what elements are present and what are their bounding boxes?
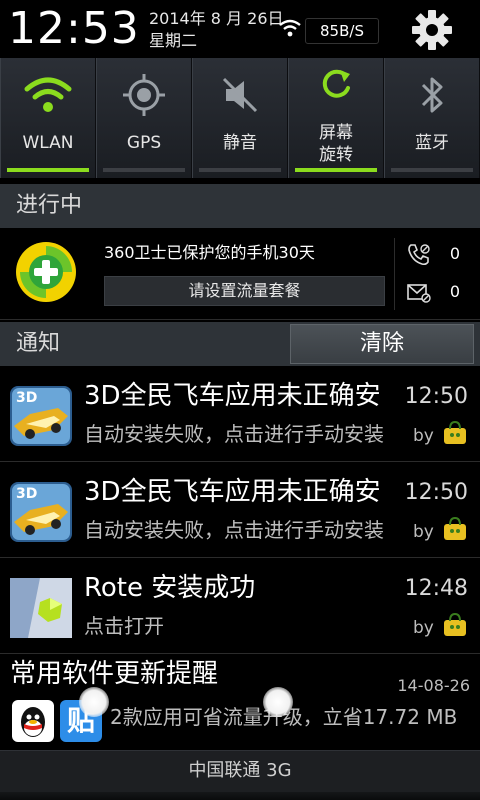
racing-game-icon: 3D — [10, 386, 72, 446]
360-status-text: 360卫士已保护您的手机30天 — [104, 243, 315, 262]
toggle-label-line2: 旋转 — [319, 145, 353, 165]
market-bag-icon — [444, 612, 466, 636]
blocked-calls-count: 0 — [449, 244, 460, 263]
wifi-icon — [24, 77, 72, 112]
list-item[interactable]: 3D 3D全民飞车应用未正确安 自动安装失败，点击进行手动安装 12:50 by — [0, 462, 480, 558]
carrier-label: 中国联通 3G — [188, 760, 292, 781]
ongoing-360-notification[interactable]: 360卫士已保护您的手机30天 请设置流量套餐 0 0 — [0, 228, 480, 320]
toggle-gps[interactable]: GPS — [96, 58, 192, 178]
sms-block-icon — [407, 284, 431, 303]
svg-text:3D: 3D — [16, 486, 37, 502]
clock: 12:53 — [8, 3, 140, 54]
notifications-header: 通知 清除 — [0, 322, 480, 366]
notification-title: 3D全民飞车应用未正确安 — [84, 477, 381, 507]
notification-subtitle: 自动安装失败，点击进行手动安装 — [84, 422, 384, 446]
toggle-indicator — [295, 168, 377, 172]
toggle-label: WLAN — [22, 133, 74, 153]
toggle-label: 蓝牙 — [415, 133, 449, 153]
bluetooth-icon — [421, 77, 443, 113]
ongoing-header: 进行中 — [0, 184, 480, 228]
market-bag-icon — [444, 420, 466, 444]
notification-title: Rote 安装成功 — [84, 573, 256, 603]
qq-icon — [12, 700, 54, 742]
weekday-text: 星期二 — [149, 31, 198, 50]
list-item[interactable]: 3D 3D全民飞车应用未正确安 自动安装失败，点击进行手动安装 12:50 by — [0, 366, 480, 462]
clear-all-button[interactable]: 清除 — [290, 324, 474, 364]
toggle-mute[interactable]: 静音 — [192, 58, 288, 178]
toggle-label: 静音 — [223, 133, 257, 153]
toggle-label: 屏幕 旋转 — [289, 122, 383, 166]
update-date: 14-08-26 — [397, 676, 470, 695]
notification-time: 12:48 — [404, 576, 468, 601]
toggle-indicator — [103, 168, 185, 172]
toggle-label: GPS — [126, 133, 162, 153]
toggle-wlan[interactable]: WLAN — [0, 58, 96, 178]
blocked-calls[interactable]: 0 — [404, 240, 474, 270]
blocked-sms[interactable]: 0 — [404, 278, 474, 308]
market-bag-icon — [444, 516, 466, 540]
toggle-indicator — [7, 168, 89, 172]
svg-text:3D: 3D — [16, 390, 37, 406]
divider — [394, 238, 395, 310]
toggle-label-line1: 屏幕 — [319, 123, 353, 143]
notifications-title: 通知 — [16, 331, 61, 356]
notification-by: by — [413, 618, 434, 638]
toggle-indicator — [199, 168, 281, 172]
notification-subtitle: 自动安装失败，点击进行手动安装 — [84, 518, 384, 542]
status-header: 12:53 2014年 8 月 26日 星期二 85B/S — [0, 0, 480, 58]
touch-indicator — [79, 687, 109, 717]
gear-icon — [412, 10, 452, 50]
drag-handle[interactable] — [0, 792, 480, 800]
notification-title: 3D全民飞车应用未正确安 — [84, 381, 381, 411]
settings-button[interactable] — [402, 4, 462, 56]
rote-app-icon — [10, 578, 72, 638]
notification-time: 12:50 — [404, 480, 468, 505]
rotate-icon — [322, 69, 350, 98]
touch-indicator — [263, 687, 293, 717]
360-security-icon — [16, 242, 76, 302]
list-item[interactable]: Rote 安装成功 点击打开 12:48 by — [0, 558, 480, 654]
toggle-bluetooth[interactable]: 蓝牙 — [384, 58, 480, 178]
software-update-notification[interactable]: 常用软件更新提醒 14-08-26 贴 2款应用可省流量升级，立省17.72 M… — [0, 654, 480, 750]
notification-time: 12:50 — [404, 384, 468, 409]
toggle-indicator — [391, 168, 473, 172]
date-text: 2014年 8 月 26日 — [149, 9, 284, 28]
notification-by: by — [413, 426, 434, 446]
gps-icon — [123, 74, 165, 116]
wifi-icon — [279, 19, 301, 37]
quick-settings: WLAN GPS 静音 屏幕 旋转 蓝牙 — [0, 58, 480, 178]
blocked-sms-count: 0 — [449, 282, 460, 301]
update-title: 常用软件更新提醒 — [10, 659, 219, 689]
set-data-plan-button[interactable]: 请设置流量套餐 — [104, 276, 385, 306]
mute-icon — [222, 77, 258, 113]
carrier-footer[interactable]: 中国联通 3G — [0, 750, 480, 800]
notification-subtitle: 点击打开 — [84, 614, 164, 638]
notification-by: by — [413, 522, 434, 542]
toggle-rotate[interactable]: 屏幕 旋转 — [288, 58, 384, 178]
net-speed-indicator: 85B/S — [305, 18, 379, 44]
racing-game-icon: 3D — [10, 482, 72, 542]
phone-block-icon — [408, 244, 430, 266]
